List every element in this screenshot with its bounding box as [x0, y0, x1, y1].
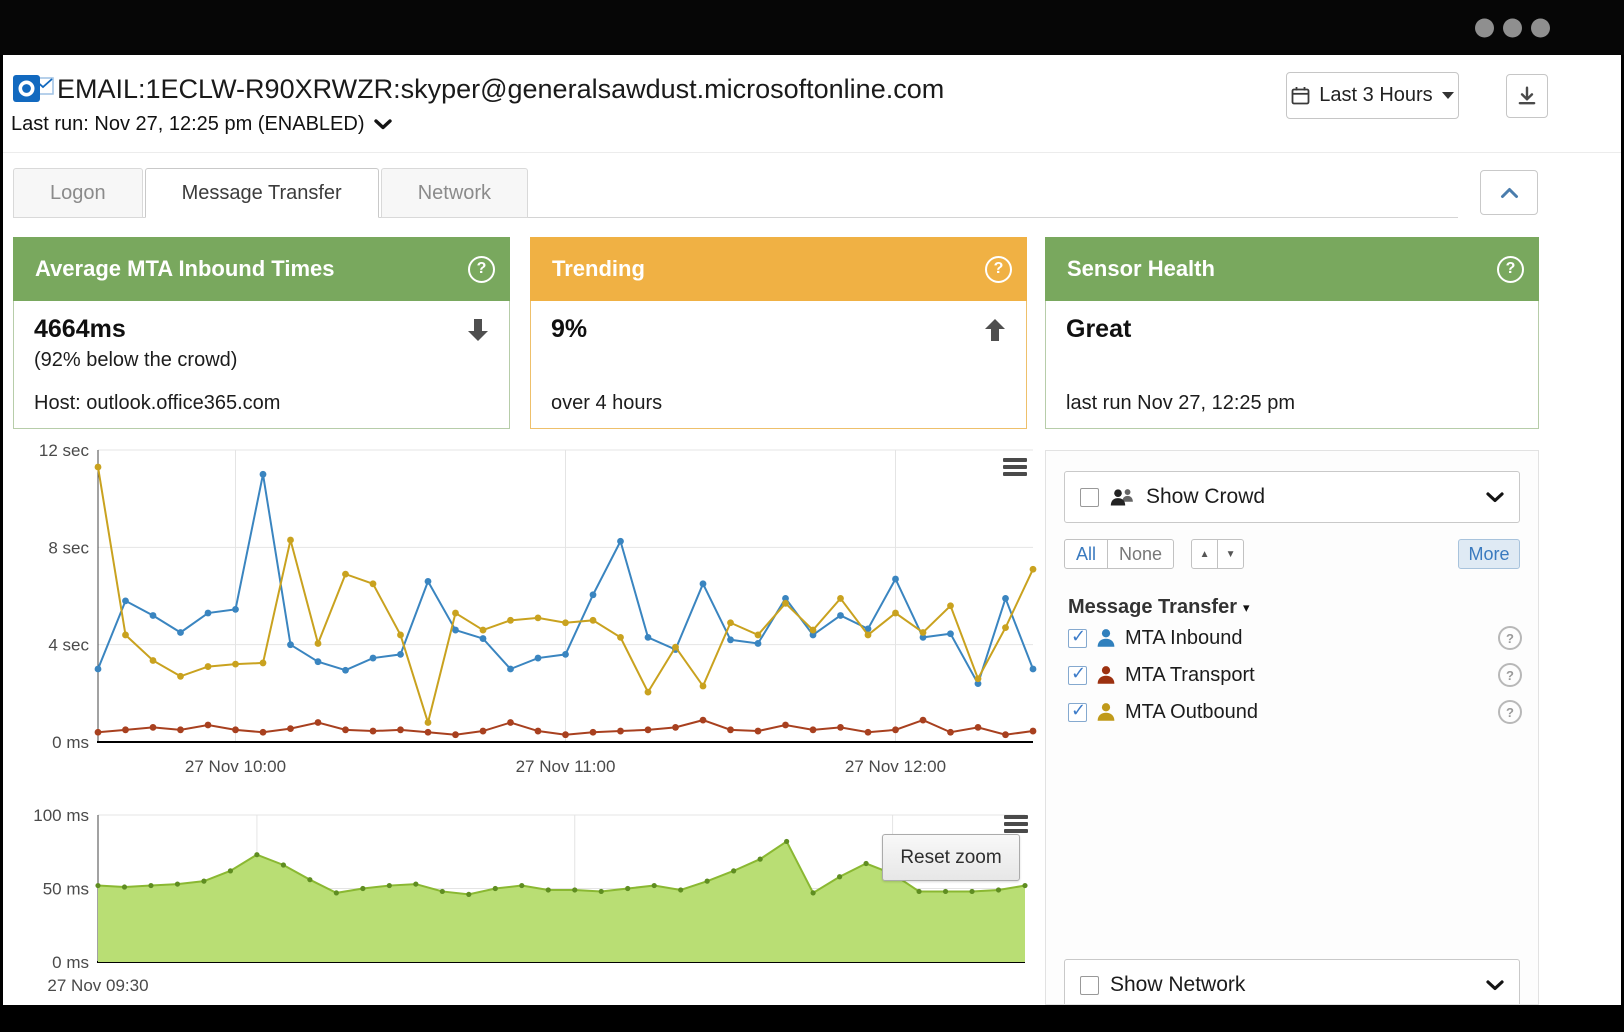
person-icon	[1096, 665, 1116, 685]
header-divider	[3, 152, 1621, 153]
series-filter-toolbar: All None ▲ ▼ More	[1064, 539, 1520, 569]
series-label: MTA Transport	[1125, 664, 1255, 687]
show-network-label: Show Network	[1110, 973, 1245, 997]
series-label: MTA Outbound	[1125, 701, 1258, 724]
time-range-button[interactable]: Last 3 Hours	[1286, 72, 1459, 119]
tab-message-transfer[interactable]: Message Transfer	[145, 168, 379, 218]
series-control-panel: Show Crowd All None ▲ ▼ More Message Tra…	[1045, 450, 1539, 1005]
download-button[interactable]	[1506, 74, 1548, 118]
metric-footer: Host: outlook.office365.com	[34, 392, 489, 415]
tab-network[interactable]: Network	[381, 168, 528, 218]
chevron-down-icon	[1486, 492, 1504, 503]
help-icon[interactable]	[1498, 626, 1522, 650]
card-sensor-health: Sensor Health Great last run Nov 27, 12:…	[1045, 237, 1539, 429]
window-dot-icon	[1531, 18, 1550, 37]
svg-text:50 ms: 50 ms	[43, 880, 89, 899]
legend-item-mta-transport: MTA Transport	[1068, 658, 1522, 692]
window-dot-icon	[1475, 18, 1494, 37]
caret-down-icon	[1442, 92, 1454, 99]
svg-text:12 sec: 12 sec	[39, 441, 90, 460]
mta-times-line-chart[interactable]: 12 sec 8 sec 4 sec 0 ms 27 Nov 10:00 27 Nov 1…	[3, 440, 1043, 785]
trend-up-arrow-icon	[984, 318, 1006, 342]
last-run-text: Last run: Nov 27, 12:25 pm (ENABLED)	[11, 113, 365, 136]
chevron-down-icon	[374, 119, 392, 130]
show-crowd-toggle[interactable]: Show Crowd	[1064, 471, 1520, 523]
svg-text:27 Nov 09:30: 27 Nov 09:30	[47, 976, 148, 995]
window-dot-icon	[1503, 18, 1522, 37]
series-checkbox[interactable]	[1068, 666, 1087, 685]
help-icon[interactable]	[985, 256, 1012, 283]
card-header: Average MTA Inbound Times	[13, 237, 510, 301]
triangle-down-icon: ▾	[1243, 600, 1250, 616]
card-body: Great last run Nov 27, 12:25 pm	[1045, 301, 1539, 429]
metric-value: 9%	[551, 315, 587, 344]
card-body: 4664ms (92% below the crowd) Host: outlo…	[13, 301, 510, 429]
crowd-icon	[1110, 488, 1135, 506]
show-network-toggle[interactable]: Show Network	[1064, 959, 1520, 1005]
outlook-email-icon	[13, 71, 55, 107]
svg-text:4 sec: 4 sec	[48, 636, 89, 655]
svg-text:27 Nov 10:00: 27 Nov 10:00	[185, 757, 286, 776]
legend-item-mta-inbound: MTA Inbound	[1068, 621, 1522, 655]
tab-logon[interactable]: Logon	[13, 168, 143, 218]
time-range-label: Last 3 Hours	[1319, 84, 1432, 107]
scroll-up-button[interactable]: ▲	[1191, 539, 1218, 569]
svg-text:0 ms: 0 ms	[52, 953, 89, 972]
svg-text:8 sec: 8 sec	[48, 538, 89, 557]
series-checkbox[interactable]	[1068, 703, 1087, 722]
metric-value: 4664ms	[34, 315, 126, 344]
svg-text:0 ms: 0 ms	[52, 733, 89, 752]
card-title: Sensor Health	[1067, 256, 1215, 282]
legend-item-mta-outbound: MTA Outbound	[1068, 695, 1522, 729]
select-none-button[interactable]: None	[1107, 539, 1174, 569]
trend-down-arrow-icon	[467, 318, 489, 342]
app-content: EMAIL:1ECLW-R90XRWZR:skyper@generalsawdu…	[3, 55, 1621, 1005]
collapse-panel-button[interactable]	[1480, 170, 1538, 215]
help-icon[interactable]	[1497, 256, 1524, 283]
card-header: Trending	[530, 237, 1027, 301]
metric-footer: last run Nov 27, 12:25 pm	[1066, 392, 1518, 415]
show-crowd-checkbox[interactable]	[1080, 488, 1099, 507]
tab-bar: Logon Message Transfer Network	[13, 167, 1458, 218]
scroll-down-button[interactable]: ▼	[1217, 539, 1244, 569]
card-title: Average MTA Inbound Times	[35, 256, 334, 282]
metric-footer: over 4 hours	[551, 392, 1006, 415]
section-message-transfer[interactable]: Message Transfer ▾	[1068, 596, 1250, 619]
card-trending: Trending 9% over 4 hours	[530, 237, 1027, 429]
calendar-icon	[1291, 86, 1310, 105]
window-controls	[1475, 18, 1550, 37]
help-icon[interactable]	[468, 256, 495, 283]
metric-value: Great	[1066, 315, 1131, 344]
help-icon[interactable]	[1498, 700, 1522, 724]
metric-subtext: (92% below the crowd)	[34, 349, 489, 372]
series-checkbox[interactable]	[1068, 629, 1087, 648]
chevron-down-icon	[1486, 980, 1504, 991]
person-icon	[1096, 628, 1116, 648]
series-label: MTA Inbound	[1125, 627, 1242, 650]
show-crowd-label: Show Crowd	[1146, 485, 1265, 509]
download-icon	[1516, 85, 1538, 107]
card-title: Trending	[552, 256, 645, 282]
select-all-button[interactable]: All	[1064, 539, 1108, 569]
help-icon[interactable]	[1498, 663, 1522, 687]
svg-text:27 Nov 11:00: 27 Nov 11:00	[516, 757, 616, 776]
more-button[interactable]: More	[1458, 539, 1520, 569]
section-label: Message Transfer	[1068, 596, 1237, 619]
page-title: EMAIL:1ECLW-R90XRWZR:skyper@generalsawdu…	[57, 74, 944, 105]
show-network-checkbox[interactable]	[1080, 976, 1099, 995]
svg-text:27 Nov 12:00: 27 Nov 12:00	[845, 757, 946, 776]
chevron-up-icon	[1500, 187, 1519, 199]
window-titlebar	[0, 0, 1624, 55]
chart-menu-icon[interactable]	[1004, 815, 1028, 833]
person-icon	[1096, 702, 1116, 722]
card-body: 9% over 4 hours	[530, 301, 1027, 429]
svg-text:100 ms: 100 ms	[33, 806, 89, 825]
card-average-mta-inbound-times: Average MTA Inbound Times 4664ms (92% be…	[13, 237, 510, 429]
last-run-status[interactable]: Last run: Nov 27, 12:25 pm (ENABLED)	[11, 113, 392, 136]
chart-menu-icon[interactable]	[1003, 458, 1027, 476]
card-header: Sensor Health	[1045, 237, 1539, 301]
reset-zoom-button[interactable]: Reset zoom	[882, 834, 1020, 881]
